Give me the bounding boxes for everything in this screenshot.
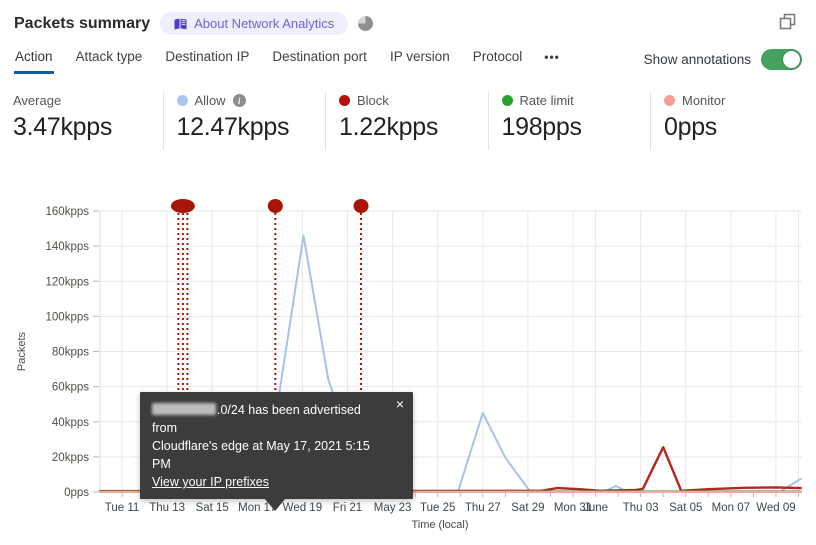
tooltip-pointer (264, 498, 286, 511)
x-tick-label: Thu 03 (623, 502, 659, 514)
stat-allow-label: Allow (194, 93, 226, 108)
x-tick-label: May 23 (374, 502, 412, 514)
tab-protocol[interactable]: Protocol (472, 43, 524, 74)
annotation-tooltip: × .0/24 has been advertised from Cloudfl… (140, 392, 413, 511)
tab-attack-type[interactable]: Attack type (75, 43, 144, 74)
stat-allow-value: 12.47kpps (176, 113, 290, 141)
stat-rate-limit-value: 198pps (501, 113, 583, 141)
y-tick-label: 80kpps (52, 347, 89, 359)
tooltip-close-icon[interactable]: × (396, 397, 404, 411)
y-tick-label: 160kpps (46, 206, 90, 218)
about-network-analytics-badge[interactable]: About Network Analytics (160, 12, 349, 35)
rate-limit-dot-icon (501, 95, 513, 106)
stat-rate-limit-label: Rate limit (519, 93, 574, 108)
stat-block: Block 1.22kpps (325, 91, 488, 150)
annotation-dot[interactable] (267, 199, 283, 213)
stat-average: Average 3.47kpps (0, 91, 163, 150)
tab-ip-version[interactable]: IP version (389, 43, 451, 74)
page-title: Packets summary (14, 14, 151, 32)
show-annotations-label: Show annotations (643, 52, 751, 67)
y-tick-label: 120kpps (46, 276, 90, 288)
tab-action[interactable]: Action (14, 43, 54, 74)
stat-monitor: Monitor 0pps (650, 91, 813, 150)
stat-monitor-label: Monitor (682, 93, 726, 108)
stat-average-label: Average (13, 93, 62, 108)
annotation-dot[interactable] (170, 199, 195, 213)
stat-allow: Allow i 12.47kpps (162, 91, 326, 150)
tab-destination-port[interactable]: Destination port (271, 43, 368, 74)
book-icon (174, 18, 187, 29)
x-tick-label: Sat 15 (196, 502, 229, 514)
x-tick-label: Sat 29 (511, 502, 544, 514)
stat-rate-limit: Rate limit 198pps (487, 91, 651, 150)
tooltip-line2: Cloudflare's edge at May 17, 2021 5:15 P… (152, 439, 370, 471)
show-annotations-toggle[interactable] (761, 49, 802, 70)
y-tick-label: 60kpps (52, 382, 89, 394)
allow-dot-icon (176, 95, 188, 106)
x-tick-label: Thu 27 (465, 502, 501, 514)
stats-row: Average 3.47kpps Allow i 12.47kpps Block… (0, 91, 816, 150)
usage-disc-icon[interactable] (358, 16, 374, 31)
y-tick-label: 20kpps (52, 452, 89, 464)
toggle-knob (783, 51, 800, 68)
info-icon[interactable]: i (232, 94, 246, 107)
annotation-dot[interactable] (353, 199, 369, 213)
x-tick-label: Fri 21 (333, 502, 362, 514)
y-axis-title: Packets (16, 331, 28, 371)
monitor-dot-icon (664, 95, 675, 106)
stat-average-value: 3.47kpps (13, 113, 113, 141)
more-tabs-ellipsis-icon[interactable]: ••• (544, 50, 560, 74)
x-tick-label: Wed 19 (283, 502, 322, 514)
x-tick-label: Thu 13 (149, 502, 185, 514)
dimension-tabbar: Action Attack type Destination IP Destin… (0, 39, 816, 74)
block-dot-icon (339, 95, 350, 106)
stat-monitor-value: 0pps (664, 113, 718, 141)
stat-block-label: Block (357, 93, 389, 108)
header: Packets summary About Network Analytics (0, 0, 816, 39)
y-tick-label: 0pps (64, 487, 89, 499)
redacted-ip-prefix (152, 403, 216, 415)
x-tick-label: Tue 11 (105, 502, 140, 514)
x-tick-label: June (583, 502, 608, 514)
x-tick-label: Sat 05 (669, 502, 702, 514)
y-tick-label: 100kpps (46, 311, 90, 323)
restore-window-icon[interactable] (779, 13, 796, 30)
stat-block-value: 1.22kpps (339, 113, 439, 141)
x-axis-title: Time (local) (411, 519, 468, 531)
y-tick-label: 40kpps (52, 417, 89, 429)
x-tick-label: Wed 09 (756, 502, 795, 514)
tab-destination-ip[interactable]: Destination IP (164, 43, 250, 74)
badge-label: About Network Analytics (194, 16, 335, 31)
y-tick-label: 140kpps (46, 241, 90, 253)
view-ip-prefixes-link[interactable]: View your IP prefixes (152, 475, 269, 489)
x-tick-label: Mon 07 (712, 502, 750, 514)
x-tick-label: Tue 25 (420, 502, 455, 514)
